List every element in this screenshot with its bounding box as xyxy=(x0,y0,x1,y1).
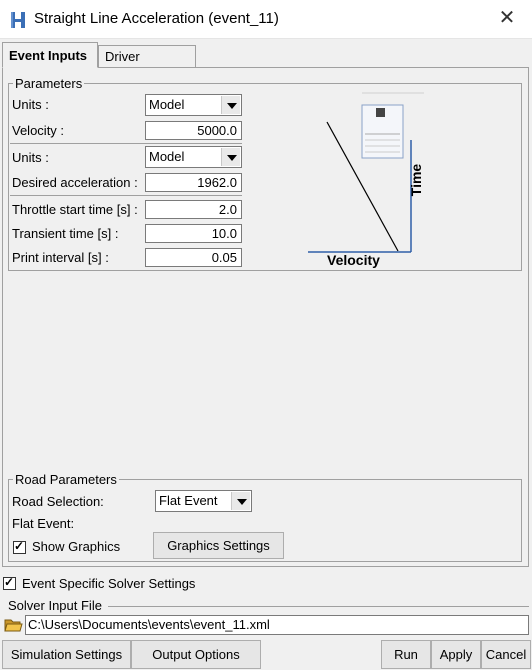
throttle-start-time-label: Throttle start time [s] : xyxy=(12,202,138,217)
simulation-settings-button[interactable]: Simulation Settings xyxy=(2,640,131,669)
chevron-down-icon[interactable] xyxy=(231,492,250,510)
divider xyxy=(10,143,242,144)
transient-time-field[interactable]: 10.0 xyxy=(145,224,242,243)
apply-button[interactable]: Apply xyxy=(431,640,481,669)
print-interval-label: Print interval [s] : xyxy=(12,250,109,265)
units-acceleration-value: Model xyxy=(149,149,185,164)
app-logo-icon xyxy=(11,12,25,28)
folder-open-icon[interactable] xyxy=(3,615,24,635)
units-label-velocity: Units : xyxy=(12,97,49,112)
divider xyxy=(108,606,529,607)
event-specific-solver-checkbox[interactable] xyxy=(3,575,16,590)
throttle-start-time-field[interactable]: 2.0 xyxy=(145,200,242,219)
cancel-button[interactable]: Cancel xyxy=(481,640,531,669)
road-parameters-legend: Road Parameters xyxy=(15,472,117,487)
output-options-button[interactable]: Output Options xyxy=(131,640,261,669)
transient-time-label: Transient time [s] : xyxy=(12,226,119,241)
desired-acceleration-field[interactable]: 1962.0 xyxy=(145,173,242,192)
y-axis-label: Time xyxy=(408,163,425,197)
road-selection-select[interactable]: Flat Event xyxy=(155,490,252,512)
solver-input-file-field[interactable]: C:\Users\Documents\events\event_11.xml xyxy=(25,615,529,635)
desired-acceleration-label: Desired acceleration : xyxy=(12,175,138,190)
velocity-field[interactable]: 5000.0 xyxy=(145,121,242,140)
units-velocity-select[interactable]: Model xyxy=(145,94,242,116)
print-interval-field[interactable]: 0.05 xyxy=(145,248,242,267)
units-acceleration-select[interactable]: Model xyxy=(145,146,242,168)
flat-event-label: Flat Event: xyxy=(12,516,75,531)
run-button[interactable]: Run xyxy=(381,640,431,669)
chevron-down-icon[interactable] xyxy=(221,148,240,166)
parameters-legend: Parameters xyxy=(15,76,83,91)
units-velocity-value: Model xyxy=(149,97,185,112)
show-graphics-label: Show Graphics xyxy=(32,539,121,554)
velocity-label: Velocity : xyxy=(12,123,65,138)
graphics-settings-button[interactable]: Graphics Settings xyxy=(153,532,284,559)
chart-thumbnail-icon xyxy=(361,104,404,159)
units-label-acceleration: Units : xyxy=(12,150,49,165)
show-graphics-checkbox[interactable] xyxy=(13,539,26,554)
title-bar: Straight Line Acceleration (event_11) ✕ xyxy=(0,0,532,39)
road-selection-label: Road Selection: xyxy=(12,494,104,509)
solver-input-file-legend: Solver Input File xyxy=(8,598,102,613)
tab-event-inputs[interactable]: Event Inputs xyxy=(2,42,98,68)
tab-driver[interactable]: Driver xyxy=(98,45,196,68)
event-specific-solver-label: Event Specific Solver Settings xyxy=(22,576,196,591)
chevron-down-icon[interactable] xyxy=(221,96,240,114)
window-title: Straight Line Acceleration (event_11) xyxy=(34,10,279,27)
x-axis-label: Velocity xyxy=(327,252,380,268)
close-icon[interactable]: ✕ xyxy=(496,6,518,30)
road-selection-value: Flat Event xyxy=(159,493,218,508)
divider xyxy=(10,195,242,196)
parameters-group: Parameters xyxy=(8,76,522,271)
